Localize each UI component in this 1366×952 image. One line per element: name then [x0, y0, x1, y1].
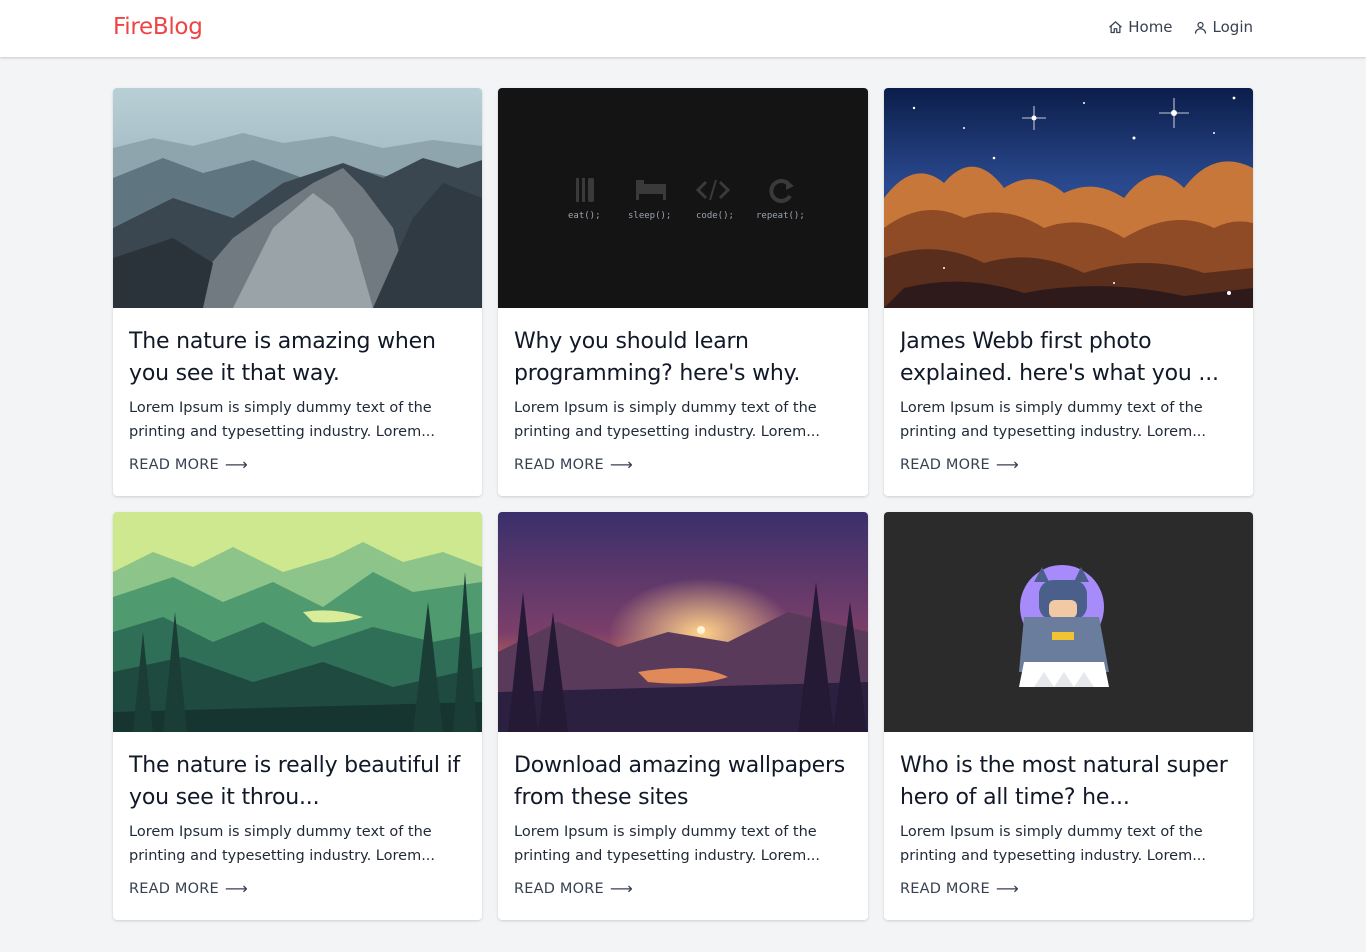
post-thumbnail-sunset[interactable]	[498, 512, 868, 732]
read-more-link[interactable]: READ MORE ⟶	[129, 879, 466, 898]
post-thumbnail-code[interactable]: eat(); sleep(); code(); repeat();	[498, 88, 868, 308]
arrow-right-icon: ⟶	[224, 455, 249, 474]
arrow-right-icon: ⟶	[609, 455, 634, 474]
nav-links: Home Login	[1108, 18, 1253, 36]
arrow-right-icon: ⟶	[224, 879, 249, 898]
post-title[interactable]: The nature is amazing when you see it th…	[129, 326, 466, 390]
code-label-eat: eat();	[568, 211, 601, 221]
post-excerpt: Lorem Ipsum is simply dummy text of the …	[514, 824, 821, 864]
post-excerpt: Lorem Ipsum is simply dummy text of the …	[514, 400, 821, 440]
arrow-right-icon: ⟶	[609, 879, 634, 898]
read-more-label: READ MORE	[900, 456, 990, 473]
read-more-label: READ MORE	[514, 456, 604, 473]
nav-home-label: Home	[1128, 18, 1173, 36]
post-excerpt: Lorem Ipsum is simply dummy text of the …	[129, 400, 436, 440]
post-title[interactable]: Why you should learn programming? here's…	[514, 326, 852, 390]
post-thumbnail-mountains[interactable]	[113, 88, 482, 308]
post-excerpt: Lorem Ipsum is simply dummy text of the …	[129, 824, 436, 864]
post-title[interactable]: Who is the most natural super hero of al…	[900, 750, 1237, 814]
read-more-link[interactable]: READ MORE ⟶	[900, 879, 1237, 898]
post-excerpt: Lorem Ipsum is simply dummy text of the …	[900, 400, 1207, 440]
post-card[interactable]: The nature is really beautiful if you se…	[113, 512, 482, 920]
arrow-right-icon: ⟶	[995, 879, 1020, 898]
read-more-label: READ MORE	[129, 456, 219, 473]
post-thumbnail-nebula[interactable]	[884, 88, 1253, 308]
user-icon	[1194, 21, 1206, 34]
post-card[interactable]: Download amazing wallpapers from these s…	[498, 512, 868, 920]
read-more-link[interactable]: READ MORE ⟶	[514, 455, 852, 474]
read-more-label: READ MORE	[900, 880, 990, 897]
read-more-label: READ MORE	[129, 880, 219, 897]
code-label-code: code();	[696, 211, 734, 221]
read-more-link[interactable]: READ MORE ⟶	[129, 455, 466, 474]
post-title[interactable]: The nature is really beautiful if you se…	[129, 750, 466, 814]
post-thumbnail-batman[interactable]	[884, 512, 1253, 732]
post-title[interactable]: James Webb first photo explained. here's…	[900, 326, 1237, 390]
navbar: FireBlog Home Login	[0, 0, 1366, 57]
nav-home-link[interactable]: Home	[1108, 18, 1173, 36]
arrow-right-icon: ⟶	[995, 455, 1020, 474]
code-label-sleep: sleep();	[628, 211, 671, 221]
read-more-label: READ MORE	[514, 880, 604, 897]
post-title[interactable]: Download amazing wallpapers from these s…	[514, 750, 852, 814]
read-more-link[interactable]: READ MORE ⟶	[900, 455, 1237, 474]
nav-login-label: Login	[1212, 18, 1253, 36]
nav-login-link[interactable]: Login	[1193, 18, 1253, 36]
post-thumbnail-forest[interactable]	[113, 512, 482, 732]
brand-logo[interactable]: FireBlog	[113, 14, 203, 40]
post-card[interactable]: Who is the most natural super hero of al…	[884, 512, 1253, 920]
post-card[interactable]: eat(); sleep(); code(); repeat(); Why yo…	[498, 88, 868, 496]
post-card[interactable]: James Webb first photo explained. here's…	[884, 88, 1253, 496]
post-grid: The nature is amazing when you see it th…	[113, 88, 1253, 920]
home-icon	[1109, 20, 1122, 33]
code-label-repeat: repeat();	[756, 211, 805, 221]
read-more-link[interactable]: READ MORE ⟶	[514, 879, 852, 898]
post-excerpt: Lorem Ipsum is simply dummy text of the …	[900, 824, 1207, 864]
post-card[interactable]: The nature is amazing when you see it th…	[113, 88, 482, 496]
